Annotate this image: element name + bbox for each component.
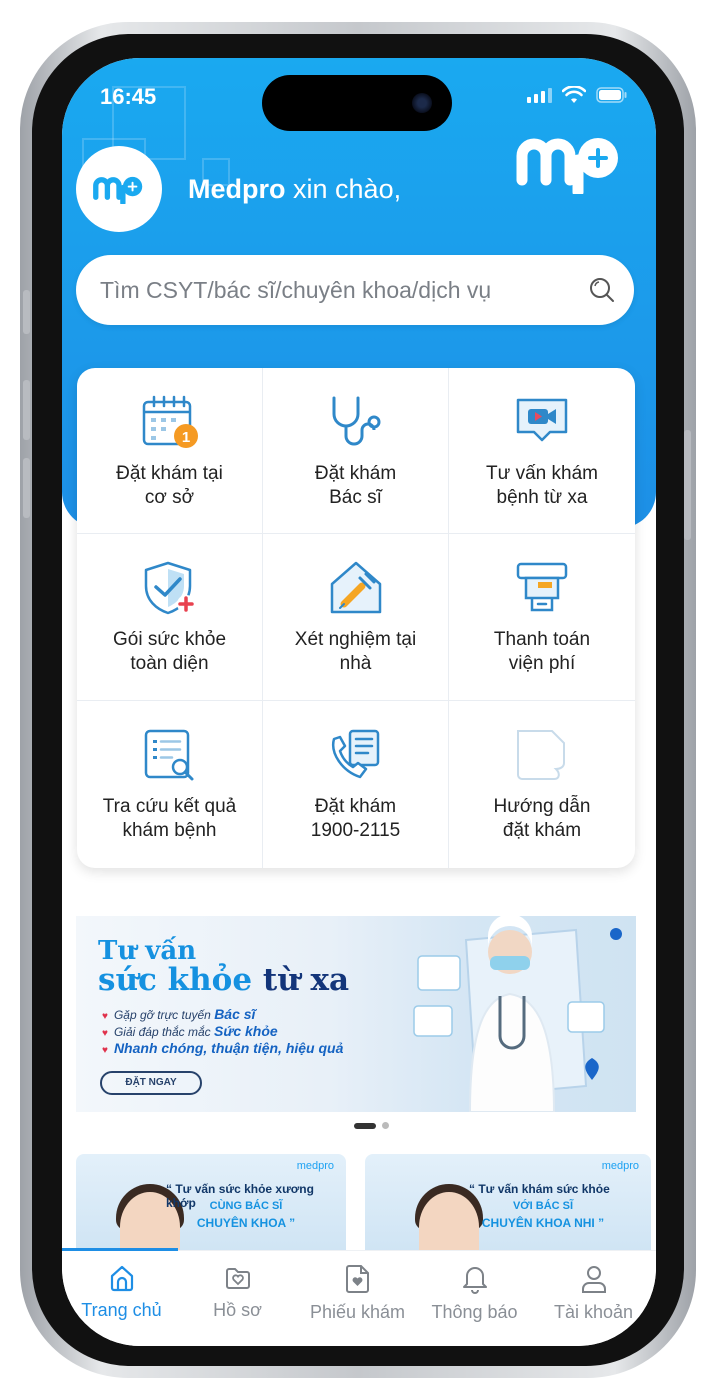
service-book-doctor[interactable]: Đặt khám Bác sĩ bbox=[263, 368, 449, 534]
service-label: Đặt khám tại cơ sở bbox=[116, 463, 223, 508]
service-label: Đặt khám Bác sĩ bbox=[314, 463, 397, 508]
syringe-icon bbox=[330, 561, 381, 614]
battery-icon bbox=[596, 87, 627, 103]
shield-check-icon bbox=[144, 561, 195, 615]
service-label: Tra cứu kết quả khám bệnh bbox=[102, 796, 237, 841]
signal-icon bbox=[527, 87, 552, 103]
search-placeholder: Tìm CSYT/bác sĩ/chuyên khoa/dịch vụ bbox=[100, 276, 492, 303]
active-tab-indicator bbox=[62, 1248, 178, 1251]
carousel-dot[interactable] bbox=[382, 1122, 389, 1129]
status-time: 16:45 bbox=[100, 84, 157, 109]
phone-icon bbox=[331, 729, 379, 779]
banner-subtitle-b: từ xa bbox=[262, 962, 350, 998]
banner-bullet: ♥ Giải đáp thắc mắc Sức khỏe bbox=[102, 1023, 278, 1039]
guide-icon bbox=[517, 730, 565, 780]
service-guide[interactable]: Hướng dẫn đặt khám bbox=[449, 701, 635, 868]
tab-home[interactable]: Trang chủ bbox=[62, 1264, 181, 1321]
service-lookup-results[interactable]: Tra cứu kết quả khám bệnh bbox=[77, 701, 263, 868]
ticket-icon bbox=[345, 1265, 369, 1293]
service-label: Hướng dẫn đặt khám bbox=[493, 796, 591, 841]
consult-card[interactable]: medpro “ Tư vấn sức khỏe xương khớp CÙNG… bbox=[76, 1154, 346, 1254]
tab-label: Trang chủ bbox=[81, 1300, 162, 1320]
payment-icon bbox=[516, 562, 568, 612]
banner-subtitle: sức khỏe từ xa bbox=[98, 962, 349, 998]
card-subtitle: VỚI BÁC SĨ bbox=[512, 1200, 574, 1212]
stethoscope-icon bbox=[332, 396, 380, 446]
tab-tickets[interactable]: Phiếu khám bbox=[298, 1264, 417, 1323]
promo-banner[interactable]: Tư vấn sức khỏe từ xa ♥ Gặp gỡ trực tuyến… bbox=[76, 916, 636, 1112]
service-hotline[interactable]: Đặt khám 1900-2115 bbox=[263, 701, 449, 868]
greeting: Medpro xin chào, bbox=[188, 174, 401, 205]
medpro-logo bbox=[516, 138, 618, 194]
search-result-icon bbox=[144, 729, 193, 781]
tab-notifications[interactable]: Thông báo bbox=[415, 1264, 534, 1323]
banner-subtitle-a: sức khỏe bbox=[98, 962, 253, 998]
side-button bbox=[23, 380, 30, 440]
carousel-dot-active[interactable] bbox=[354, 1122, 376, 1129]
greeting-text: xin chào, bbox=[293, 174, 402, 204]
service-label: Tư vấn khám bệnh từ xa bbox=[486, 463, 598, 508]
tab-label: Tài khoản bbox=[553, 1302, 634, 1322]
card-specialty: CHUYÊN KHOA ” bbox=[196, 1216, 296, 1230]
service-label: Thanh toán viện phí bbox=[493, 629, 591, 674]
tab-label: Hồ sơ bbox=[213, 1300, 262, 1320]
carousel-indicator bbox=[354, 1122, 389, 1129]
card-brand: medpro bbox=[601, 1160, 639, 1172]
card-subtitle: CÙNG BÁC SĨ bbox=[209, 1200, 283, 1212]
side-button bbox=[23, 458, 30, 518]
side-button bbox=[23, 290, 30, 334]
service-grid: 1 Đặt khám tại cơ sở Đặt khám Bác sĩ Tư … bbox=[77, 368, 635, 868]
search-input[interactable]: Tìm CSYT/bác sĩ/chuyên khoa/dịch vụ bbox=[76, 255, 634, 325]
service-label: Xét nghiệm tại nhà bbox=[294, 629, 417, 674]
video-call-icon bbox=[516, 398, 568, 442]
tab-profile[interactable]: Hồ sơ bbox=[178, 1264, 297, 1321]
dynamic-island bbox=[262, 75, 452, 131]
service-telemedicine[interactable]: Tư vấn khám bệnh từ xa bbox=[449, 368, 635, 534]
card-specialty: CHUYÊN KHOA NHI ” bbox=[481, 1216, 605, 1230]
bell-icon bbox=[462, 1267, 487, 1294]
service-label: Đặt khám 1900-2115 bbox=[310, 796, 401, 841]
svg-text:1: 1 bbox=[181, 429, 189, 446]
card-title: “ Tư vấn khám sức khỏe bbox=[469, 1182, 610, 1196]
search-icon[interactable] bbox=[588, 276, 616, 304]
consult-card[interactable]: medpro “ Tư vấn khám sức khỏe VỚI BÁC SĨ… bbox=[365, 1154, 651, 1254]
power-button bbox=[684, 430, 691, 540]
user-icon bbox=[581, 1266, 606, 1293]
tab-label: Phiếu khám bbox=[309, 1302, 406, 1322]
service-label: Gói sức khỏe toàn diện bbox=[112, 629, 227, 674]
service-home-test[interactable]: Xét nghiệm tại nhà bbox=[263, 534, 449, 701]
status-icons bbox=[527, 86, 628, 104]
service-payment[interactable]: Thanh toán viện phí bbox=[449, 534, 635, 701]
card-brand: medpro bbox=[296, 1160, 334, 1172]
avatar[interactable] bbox=[76, 146, 162, 232]
book-now-button[interactable]: ĐẶT NGAY bbox=[100, 1071, 202, 1095]
banner-doctor-illustration bbox=[413, 916, 622, 1112]
service-book-facility[interactable]: 1 Đặt khám tại cơ sở bbox=[77, 368, 263, 534]
service-health-package[interactable]: Gói sức khỏe toàn diện bbox=[77, 534, 263, 701]
wifi-icon bbox=[562, 86, 586, 103]
banner-bullet: ♥ Gặp gỡ trực tuyến Bác sĩ bbox=[102, 1006, 256, 1022]
folder-heart-icon bbox=[225, 1268, 250, 1289]
brand-name: Medpro bbox=[188, 174, 286, 204]
medpro-logo-small bbox=[93, 176, 143, 204]
home-icon bbox=[110, 1265, 133, 1292]
calendar-icon: 1 bbox=[142, 395, 198, 448]
tab-label: Thông báo bbox=[431, 1302, 518, 1322]
banner-bullet: ♥ Nhanh chóng, thuận tiện, hiệu quả bbox=[102, 1040, 344, 1056]
app-screen: 16:45 Medpro xin chào, Tìm CSYT/bác sĩ/c… bbox=[62, 58, 656, 1346]
tab-account[interactable]: Tài khoản bbox=[534, 1264, 653, 1323]
